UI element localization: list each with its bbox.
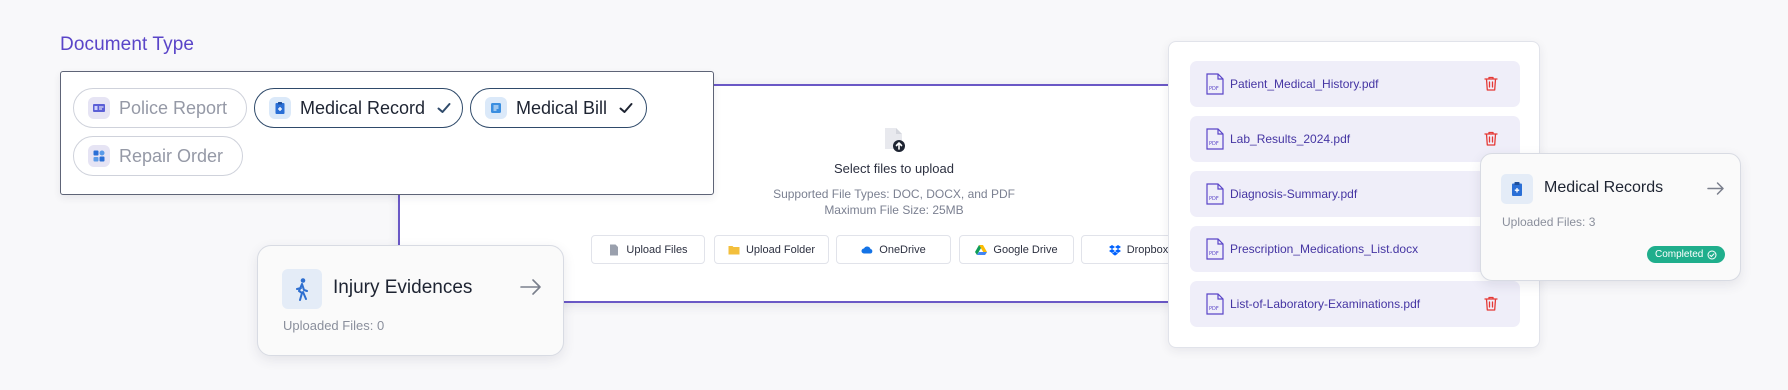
pdf-file-icon: PDF [1206,293,1224,315]
upload-folder-button[interactable]: Upload Folder [714,235,829,264]
document-type-card: Police Report Medical Record Medical Bil… [60,71,714,195]
trash-icon[interactable] [1484,131,1498,146]
file-upload-icon [885,128,905,152]
google-drive-button[interactable]: Google Drive [959,235,1074,264]
file-name: List-of-Laboratory-Examinations.pdf [1230,297,1421,311]
file-row[interactable]: PDF Prescription_Medications_List.docx [1190,226,1520,272]
file-name: Diagnosis-Summary.pdf [1230,187,1358,201]
arrow-right-icon[interactable] [520,278,542,296]
file-name: Prescription_Medications_List.docx [1230,242,1419,256]
walking-person-icon [282,269,322,309]
max-size-text: Maximum File Size: 25MB [824,203,964,217]
onedrive-label: OneDrive [879,243,926,256]
clipboard-icon [269,97,291,119]
file-icon [610,244,619,255]
arrow-right-icon[interactable] [1707,181,1725,196]
doc-type-repair-order[interactable]: Repair Order [73,136,243,176]
svg-text:PDF: PDF [1209,141,1219,147]
file-name: Patient_Medical_History.pdf [1230,77,1379,91]
pdf-file-icon: PDF [1206,128,1224,150]
file-row[interactable]: PDF Lab_Results_2024.pdf [1190,116,1520,162]
onedrive-button[interactable]: OneDrive [836,235,951,264]
doc-type-label: Medical Record [300,97,426,118]
doc-type-label: Repair Order [119,145,224,166]
pdf-file-icon: PDF [1206,183,1224,205]
medical-records-uploaded-count: Uploaded Files: 3 [1502,215,1596,229]
google-drive-icon [975,244,988,255]
svg-text:PDF: PDF [1209,196,1219,202]
medical-records-card[interactable]: Medical Records Uploaded Files: 3 Comple… [1480,153,1741,281]
upload-files-button[interactable]: Upload Files [591,235,705,264]
dropbox-icon [1108,244,1121,256]
check-icon [619,103,633,113]
tools-icon [88,145,110,167]
file-row[interactable]: PDF Patient_Medical_History.pdf [1190,61,1520,107]
upload-title: Select files to upload [834,161,954,176]
file-row[interactable]: PDF List-of-Laboratory-Examinations.pdf [1190,281,1520,327]
file-name: Lab_Results_2024.pdf [1230,132,1351,146]
doc-type-police-report[interactable]: Police Report [73,88,247,128]
clipboard-icon [1501,174,1533,204]
upload-files-label: Upload Files [626,243,688,256]
injury-uploaded-count: Uploaded Files: 0 [283,318,385,333]
section-title: Document Type [60,34,195,55]
svg-text:PDF: PDF [1209,251,1219,257]
doc-type-medical-record[interactable]: Medical Record [254,88,463,128]
supported-types-text: Supported File Types: DOC, DOCX, and PDF [773,187,1015,201]
trash-icon[interactable] [1484,296,1498,311]
trash-icon[interactable] [1484,76,1498,91]
injury-evidences-card[interactable]: Injury Evidences Uploaded Files: 0 [257,245,564,356]
dropbox-label: Dropbox [1126,243,1169,256]
svg-text:PDF: PDF [1209,86,1219,92]
folder-icon [728,245,740,254]
check-icon [437,103,451,113]
pdf-file-icon: PDF [1206,73,1224,95]
doc-type-medical-bill[interactable]: Medical Bill [470,88,647,128]
doc-type-label: Medical Bill [516,97,608,118]
injury-card-title: Injury Evidences [333,277,473,298]
status-badge: Completed [1647,246,1726,263]
status-label: Completed [1655,249,1704,260]
google-drive-label: Google Drive [993,243,1058,256]
upload-folder-label: Upload Folder [745,243,816,256]
onedrive-icon [861,246,873,253]
pdf-file-icon: PDF [1206,238,1224,260]
svg-text:PDF: PDF [1209,306,1219,312]
id-card-icon [88,97,110,119]
check-circle-icon [1707,250,1717,259]
receipt-icon [485,97,507,119]
doc-type-label: Police Report [119,97,228,118]
medical-records-title: Medical Records [1544,179,1664,196]
file-row[interactable]: PDF Diagnosis-Summary.pdf [1190,171,1520,217]
